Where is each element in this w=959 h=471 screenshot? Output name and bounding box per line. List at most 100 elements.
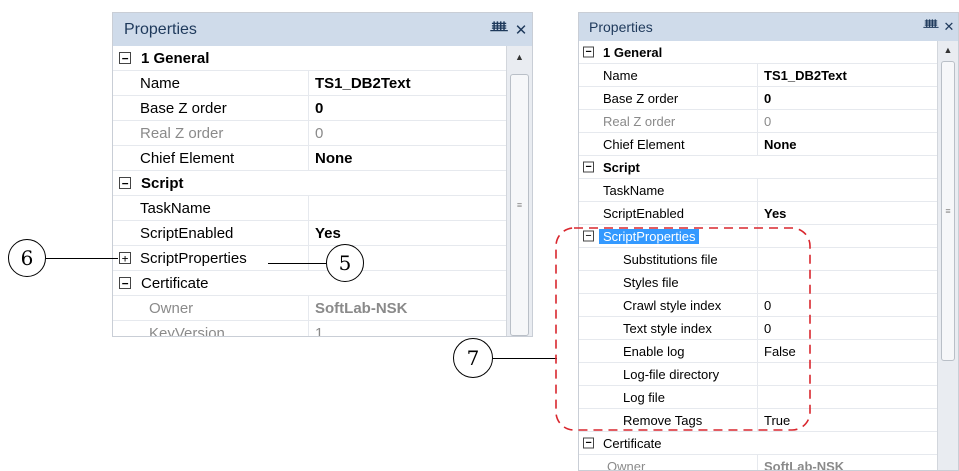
property-name: ScriptProperties bbox=[140, 249, 247, 267]
callout-7-leader bbox=[493, 358, 557, 359]
callout-7: 7 bbox=[453, 338, 493, 378]
property-row-name[interactable]: Name TS1_DB2Text bbox=[579, 64, 937, 87]
close-icon[interactable]: ✕ bbox=[510, 21, 532, 39]
property-name: Script bbox=[603, 159, 640, 175]
scrollbar-thumb[interactable]: ≡ bbox=[510, 74, 529, 336]
property-name: Certificate bbox=[603, 435, 662, 451]
property-value[interactable]: Yes bbox=[308, 221, 506, 245]
scroll-up-arrow-icon[interactable]: ▲ bbox=[938, 45, 958, 55]
collapse-minus-icon[interactable]: − bbox=[583, 161, 594, 173]
collapse-minus-icon[interactable]: − bbox=[583, 46, 594, 58]
category-certificate[interactable]: − Certificate bbox=[113, 271, 506, 296]
property-row-name[interactable]: Name TS1_DB2Text bbox=[113, 71, 506, 96]
category-script[interactable]: − Script bbox=[113, 171, 506, 196]
vertical-scrollbar[interactable]: ▲ ≡ bbox=[506, 46, 532, 336]
property-name-cell: KeyVersion bbox=[113, 321, 308, 337]
property-value[interactable] bbox=[757, 225, 937, 247]
property-value[interactable]: 0 bbox=[308, 96, 506, 120]
property-row-owner[interactable]: Owner SoftLab-NSK bbox=[579, 455, 937, 470]
property-value[interactable] bbox=[308, 196, 506, 220]
property-row-base-z-order[interactable]: Base Z order 0 bbox=[579, 87, 937, 110]
property-name-cell: + ScriptProperties bbox=[113, 246, 308, 270]
property-row-text-style-index[interactable]: Text style index 0 bbox=[579, 317, 937, 340]
expand-plus-icon[interactable]: + bbox=[119, 252, 131, 264]
property-row-keyversion[interactable]: KeyVersion 1 bbox=[113, 321, 506, 336]
close-icon[interactable]: ✕ bbox=[940, 19, 958, 35]
property-row-chief-element[interactable]: Chief Element None bbox=[113, 146, 506, 171]
property-row-scriptproperties[interactable]: − ScriptProperties bbox=[579, 225, 937, 248]
property-value[interactable] bbox=[757, 179, 937, 201]
pin-icon[interactable]: ᚙ bbox=[488, 21, 510, 39]
property-name: Styles file bbox=[623, 274, 679, 290]
property-value[interactable]: False bbox=[757, 340, 937, 362]
property-row-owner[interactable]: Owner SoftLab-NSK bbox=[113, 296, 506, 321]
property-value[interactable] bbox=[757, 248, 937, 270]
property-row-log-file[interactable]: Log file bbox=[579, 386, 937, 409]
property-row-scriptproperties[interactable]: + ScriptProperties bbox=[113, 246, 506, 271]
property-value[interactable]: TS1_DB2Text bbox=[757, 64, 937, 86]
property-row-scriptenabled[interactable]: ScriptEnabled Yes bbox=[113, 221, 506, 246]
property-row-real-z-order[interactable]: Real Z order 0 bbox=[579, 110, 937, 133]
property-value[interactable]: None bbox=[757, 133, 937, 155]
property-name: Crawl style index bbox=[623, 297, 722, 313]
property-grid: −1 General Name TS1_DB2Text Base Z order 0 Re… bbox=[113, 46, 506, 336]
property-value[interactable]: 0 bbox=[757, 294, 937, 316]
scrollbar-thumb[interactable]: ≡ bbox=[941, 61, 955, 361]
property-name-cell: Owner bbox=[579, 455, 757, 471]
scroll-up-arrow-icon[interactable]: ▲ bbox=[507, 52, 532, 62]
callout-6-leader bbox=[46, 258, 118, 259]
category-1-general[interactable]: −1 General bbox=[579, 41, 937, 64]
collapse-minus-icon[interactable]: − bbox=[119, 177, 131, 189]
pin-icon[interactable]: ᚙ bbox=[922, 19, 940, 35]
callout-5: 5 bbox=[326, 244, 364, 282]
property-value: SoftLab-NSK bbox=[757, 455, 937, 470]
property-value[interactable]: TS1_DB2Text bbox=[308, 71, 506, 95]
property-row-substitutions-file[interactable]: Substitutions file bbox=[579, 248, 937, 271]
property-row-chief-element[interactable]: Chief Element None bbox=[579, 133, 937, 156]
collapse-minus-icon[interactable]: − bbox=[583, 230, 594, 242]
collapse-minus-icon[interactable]: − bbox=[583, 437, 594, 449]
property-row-remove-tags[interactable]: Remove Tags True bbox=[579, 409, 937, 432]
property-name: Chief Element bbox=[603, 136, 685, 152]
property-name-cell: Styles file bbox=[579, 271, 757, 293]
property-name: ScriptProperties bbox=[599, 228, 700, 244]
property-row-taskname[interactable]: TaskName bbox=[579, 179, 937, 202]
property-value[interactable] bbox=[757, 363, 937, 385]
property-value[interactable] bbox=[757, 271, 937, 293]
property-value[interactable]: 0 bbox=[757, 87, 937, 109]
property-name-cell: Real Z order bbox=[579, 110, 757, 132]
property-name-cell: TaskName bbox=[579, 179, 757, 201]
collapse-minus-icon[interactable]: − bbox=[119, 52, 131, 64]
property-row-log-file-directory[interactable]: Log-file directory bbox=[579, 363, 937, 386]
property-row-enable-log[interactable]: Enable log False bbox=[579, 340, 937, 363]
category-certificate[interactable]: − Certificate bbox=[579, 432, 937, 455]
property-row-crawl-style-index[interactable]: Crawl style index 0 bbox=[579, 294, 937, 317]
property-row-scriptenabled[interactable]: ScriptEnabled Yes bbox=[579, 202, 937, 225]
property-name-cell: Remove Tags bbox=[579, 409, 757, 431]
panel-title-bar: Properties ᚙ ✕ bbox=[113, 13, 532, 46]
property-name-cell: Log file bbox=[579, 386, 757, 408]
property-value[interactable]: Yes bbox=[757, 202, 937, 224]
property-name-cell: Real Z order bbox=[113, 121, 308, 145]
property-value[interactable]: 0 bbox=[757, 317, 937, 339]
collapse-minus-icon[interactable]: − bbox=[119, 277, 131, 289]
property-row-taskname[interactable]: TaskName bbox=[113, 196, 506, 221]
property-value[interactable] bbox=[757, 386, 937, 408]
property-row-base-z-order[interactable]: Base Z order 0 bbox=[113, 96, 506, 121]
property-row-styles-file[interactable]: Styles file bbox=[579, 271, 937, 294]
category-script[interactable]: − Script bbox=[579, 156, 937, 179]
vertical-scrollbar[interactable]: ▲ ≡ bbox=[937, 41, 958, 470]
property-value[interactable]: True bbox=[757, 409, 937, 431]
property-name-cell: − Certificate bbox=[579, 432, 937, 454]
category-1-general[interactable]: −1 General bbox=[113, 46, 506, 71]
property-name-cell: −1 General bbox=[579, 41, 937, 63]
property-name: Substitutions file bbox=[623, 251, 718, 267]
property-name: TaskName bbox=[603, 182, 665, 198]
callout-5-leader bbox=[268, 263, 326, 264]
property-name: KeyVersion bbox=[149, 324, 225, 337]
property-name-cell: TaskName bbox=[113, 196, 308, 220]
callout-5-label: 5 bbox=[338, 251, 352, 275]
property-name-cell: Substitutions file bbox=[579, 248, 757, 270]
property-row-real-z-order[interactable]: Real Z order 0 bbox=[113, 121, 506, 146]
property-value[interactable]: None bbox=[308, 146, 506, 170]
